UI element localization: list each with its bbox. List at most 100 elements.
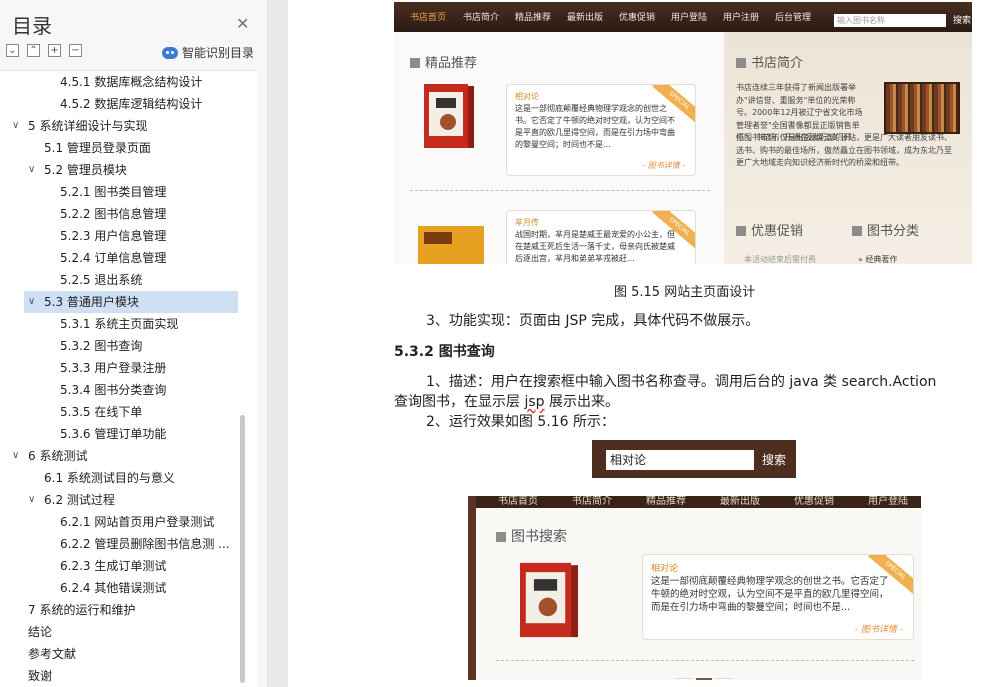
toc-item[interactable]: 5.1 管理员登录页面 [0, 137, 250, 159]
book-title: 相对论 [515, 92, 539, 101]
toc-item[interactable]: 5.3.3 用户登录注册 [0, 357, 250, 379]
nav-item: 精品推荐 [646, 496, 686, 507]
toc-item-label: 5 系统详细设计与实现 [28, 119, 148, 133]
chevron-down-icon[interactable]: ∨ [28, 159, 35, 181]
close-icon[interactable]: ✕ [236, 14, 249, 33]
toc-item[interactable]: 7 系统的运行和维护 [0, 599, 250, 621]
toc-item[interactable]: 6.2.2 管理员删除图书信息测 ... [0, 533, 250, 555]
toc-item-label: 7 系统的运行和维护 [28, 603, 136, 617]
ai-icon [162, 46, 178, 59]
toc-item-label: 5.3.1 系统主页面实现 [60, 317, 179, 331]
book-description: 这是一部彻底颠覆经典物理学观念的创世之书。它否定了牛顿的绝对时空观，认为空间不是… [651, 576, 889, 613]
search-input-figure: 相对论 [606, 450, 754, 470]
toc-item-label: 5.3.3 用户登录注册 [60, 361, 167, 375]
toc-item[interactable]: 4.5.2 数据库逻辑结构设计 [0, 93, 250, 115]
search-button-figure: 搜索 [762, 453, 787, 467]
expand-all-icon[interactable]: ⌃ [27, 44, 40, 57]
chevron-down-icon[interactable]: ∨ [12, 445, 19, 467]
category-item: » 经典著作 [858, 255, 898, 264]
toc-scrollbar[interactable] [240, 415, 245, 683]
nav-item: 后台管理 [775, 13, 812, 23]
chevron-down-icon[interactable]: ∨ [28, 489, 35, 511]
intro-text-continued: 拓图书市场，开通在源渠道的驿站，更是广大读者朋友读书、选书、购书的最佳场所，傲然… [736, 133, 952, 167]
toc-item-label: 结论 [28, 625, 53, 639]
next-page: >> [716, 678, 732, 680]
toc-item[interactable]: ∨ 5.3 普通用户模块 [24, 291, 238, 313]
book-title: 相对论 [651, 564, 679, 574]
toc-item-label: 6.2 测试过程 [44, 493, 115, 507]
toc-item[interactable]: 5.2.5 退出系统 [0, 269, 250, 291]
nav-item: 最新出版 [567, 13, 604, 23]
toc-item[interactable]: 5.2.4 订单信息管理 [0, 247, 250, 269]
nav-item: 精品推荐 [515, 13, 552, 23]
site-nav-bar: 书店首页 书店简介 精品推荐 最新出版 优惠促销 用户登陆 用户注册 后台管理 … [394, 2, 972, 32]
smart-toc-button[interactable]: 智能识别目录 [162, 44, 254, 61]
collapse-all-icon[interactable]: ⌄ [6, 44, 19, 57]
toc-item[interactable]: 5.2.1 图书类目管理 [0, 181, 250, 203]
chevron-down-icon[interactable]: ∨ [28, 291, 35, 313]
paragraph: 3、功能实现：页面由 JSP 完成，具体代码不做展示。 [426, 313, 760, 329]
toc-item[interactable]: 参考文献 [0, 643, 250, 665]
toc-item[interactable]: 6.2.1 网站首页用户登录测试 [0, 511, 250, 533]
promo-heading: 优惠促销 [736, 220, 803, 239]
nav-item: 书店首页 [410, 13, 447, 23]
nav-item: 书店首页 [498, 496, 538, 507]
site-search-input: 输入图书名称 [834, 14, 946, 27]
figure-search-result-screenshot: 书店首页 书店简介 精品推荐 最新出版 优惠促销 用户登陆 图书搜索 SPECI… [468, 496, 921, 680]
bookshelf-image [884, 82, 960, 134]
paragraph: 1、描述：用户在搜索框中输入图书名称查寻。调用后台的 java 类 search… [426, 374, 937, 390]
spellcheck-word: jsp [524, 394, 545, 410]
handshake-icon [736, 226, 746, 236]
toc-item[interactable]: 6.1 系统测试目的与意义 [0, 467, 250, 489]
section-heading: 5.3.2 图书查询 [394, 344, 495, 360]
left-border [468, 496, 476, 680]
toc-item[interactable]: 5.3.6 管理订单功能 [0, 423, 250, 445]
toc-item[interactable]: 4.5.1 数据库概念结构设计 [0, 71, 250, 93]
toc-item[interactable]: 5.3.4 图书分类查询 [0, 379, 250, 401]
intro-heading: 书店简介 [736, 52, 803, 71]
toc-item[interactable]: ∨ 5.2 管理员模块 [0, 159, 250, 181]
nav-item: 书店简介 [572, 496, 612, 507]
chevron-down-icon[interactable]: ∨ [12, 115, 19, 137]
toc-item-label: 5.3.5 在线下单 [60, 405, 143, 419]
remove-heading-icon[interactable]: − [69, 44, 82, 57]
book-card: SPECIAL 相对论 这是一部彻底颠覆经典物理学观念的创世之书。它否定了牛顿的… [506, 84, 696, 176]
book-card: SPECIAL 相对论 这是一部彻底颠覆经典物理学观念的创世之书。它否定了牛顿的… [642, 554, 914, 640]
paragraph: 查询图书，在显示层 jsp 展示出来。 [394, 394, 619, 410]
nav-item: 优惠促销 [794, 496, 834, 507]
toc-item-label: 4.5.1 数据库概念结构设计 [60, 75, 203, 89]
book-description: 战国时期，芈月是楚威王最宠爱的小公主，但在楚威王死后生活一落千丈，母亲向氏被楚威… [515, 230, 675, 263]
book-detail-link: - 图书详情 - [854, 625, 903, 635]
toc-item-label: 致谢 [28, 669, 53, 683]
toc-item[interactable]: 5.2.3 用户信息管理 [0, 225, 250, 247]
toc-item[interactable]: 结论 [0, 621, 250, 643]
book-description: 这是一部彻底颠覆经典物理学观念的创世之书。它否定了牛顿的绝对时空观，认为空间不是… [515, 104, 675, 149]
toc-item[interactable]: 致谢 [0, 665, 250, 687]
category-heading: 图书分类 [852, 220, 919, 239]
figure-homepage-screenshot: 书店首页 书店简介 精品推荐 最新出版 优惠促销 用户登陆 用户注册 后台管理 … [394, 2, 972, 264]
box-icon [496, 532, 506, 542]
toc-item-label: 5.2.4 订单信息管理 [60, 251, 167, 265]
add-heading-icon[interactable]: + [48, 44, 61, 57]
divider [496, 660, 914, 661]
nav-item: 最新出版 [720, 496, 760, 507]
toc-item[interactable]: 6.2.4 其他错误测试 [0, 577, 250, 599]
box-icon [410, 58, 420, 68]
toc-item[interactable]: 5.3.1 系统主页面实现 [0, 313, 250, 335]
toc-item-label: 5.3.6 管理订单功能 [60, 427, 167, 441]
toc-item[interactable]: 5.2.2 图书信息管理 [0, 203, 250, 225]
toc-item-label: 6.2.3 生成订单测试 [60, 559, 167, 573]
toc-item[interactable]: 5.3.5 在线下单 [0, 401, 250, 423]
toc-item[interactable]: ∨ 5 系统详细设计与实现 [0, 115, 250, 137]
book-detail-link: - 图书详情 - [642, 161, 685, 170]
nav-item: 优惠促销 [619, 13, 656, 23]
toc-item[interactable]: 6.2.3 生成订单测试 [0, 555, 250, 577]
book-icon [852, 226, 862, 236]
toc-item-label: 5.2.2 图书信息管理 [60, 207, 167, 221]
toc-item[interactable]: ∨ 6 系统测试 [0, 445, 250, 467]
toc-item[interactable]: ∨ 6.2 测试过程 [0, 489, 250, 511]
toc-item[interactable]: 5.3.2 图书查询 [0, 335, 250, 357]
toc-item-label: 5.1 管理员登录页面 [44, 141, 151, 155]
featured-section: 精品推荐 SPECIAL 相对论 这是一部彻底颠覆经典物理学观念的创世之书。它否… [394, 32, 724, 264]
toc-item-label: 6.2.1 网站首页用户登录测试 [60, 515, 215, 529]
